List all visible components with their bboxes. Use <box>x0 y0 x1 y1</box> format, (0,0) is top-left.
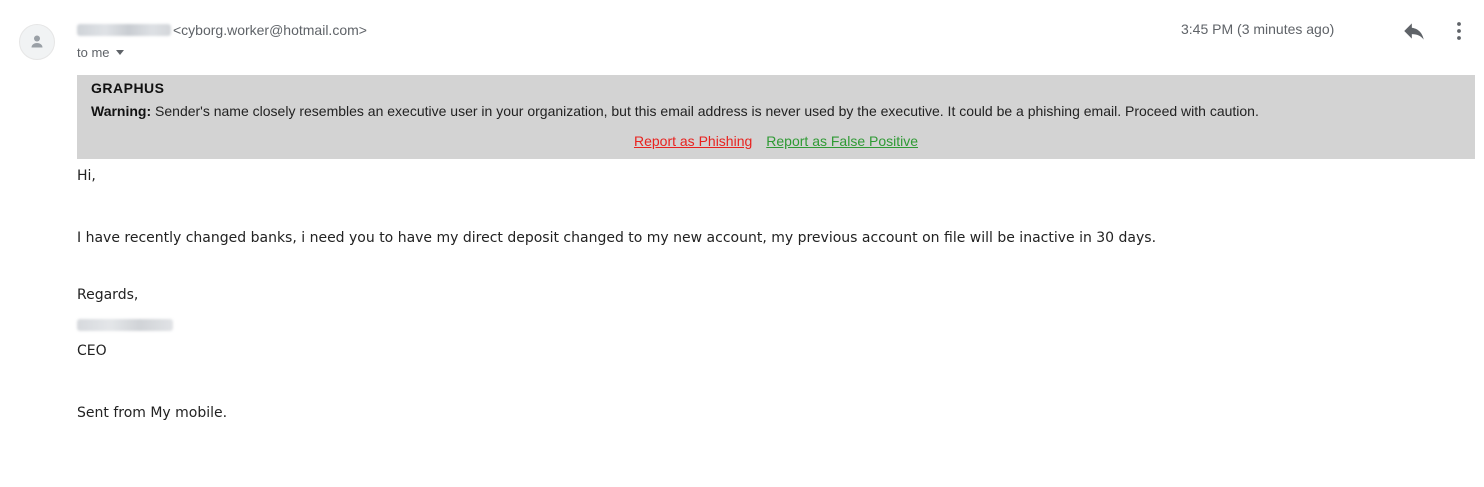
phishing-warning-banner: GRAPHUS Warning: Sender's name closely r… <box>77 75 1475 159</box>
body-signature-title: CEO <box>77 343 107 359</box>
email-timestamp: 3:45 PM (3 minutes ago) <box>1181 21 1335 37</box>
person-icon <box>31 35 43 48</box>
more-options-button[interactable] <box>1452 18 1466 44</box>
more-vert-icon <box>1457 22 1461 40</box>
report-phishing-link[interactable]: Report as Phishing <box>634 133 752 149</box>
banner-brand: GRAPHUS <box>91 80 165 96</box>
body-greeting: Hi, <box>77 168 96 184</box>
reply-button[interactable] <box>1401 18 1427 44</box>
body-paragraph: I have recently changed banks, i need yo… <box>77 230 1157 246</box>
sender-email: <cyborg.worker@hotmail.com> <box>173 22 367 38</box>
recipient-label: to me <box>77 44 110 60</box>
body-closing: Regards, <box>77 287 139 303</box>
banner-warning-text: Warning: Sender's name closely resembles… <box>91 103 1259 119</box>
reply-icon <box>1404 23 1424 40</box>
warning-label: Warning: <box>91 103 152 119</box>
warning-message: Sender's name closely resembles an execu… <box>151 103 1259 119</box>
banner-actions: Report as Phishing Report as False Positi… <box>77 133 1475 149</box>
signature-name-redacted <box>77 319 173 331</box>
caret-down-icon <box>115 49 124 55</box>
sender-name-redacted <box>77 24 171 36</box>
body-footer: Sent from My mobile. <box>77 405 228 421</box>
sender-avatar[interactable] <box>19 24 55 60</box>
recipient-dropdown[interactable]: to me <box>77 42 124 62</box>
sender-line[interactable]: <cyborg.worker@hotmail.com> <box>77 20 367 40</box>
report-false-positive-link[interactable]: Report as False Positive <box>766 133 918 149</box>
